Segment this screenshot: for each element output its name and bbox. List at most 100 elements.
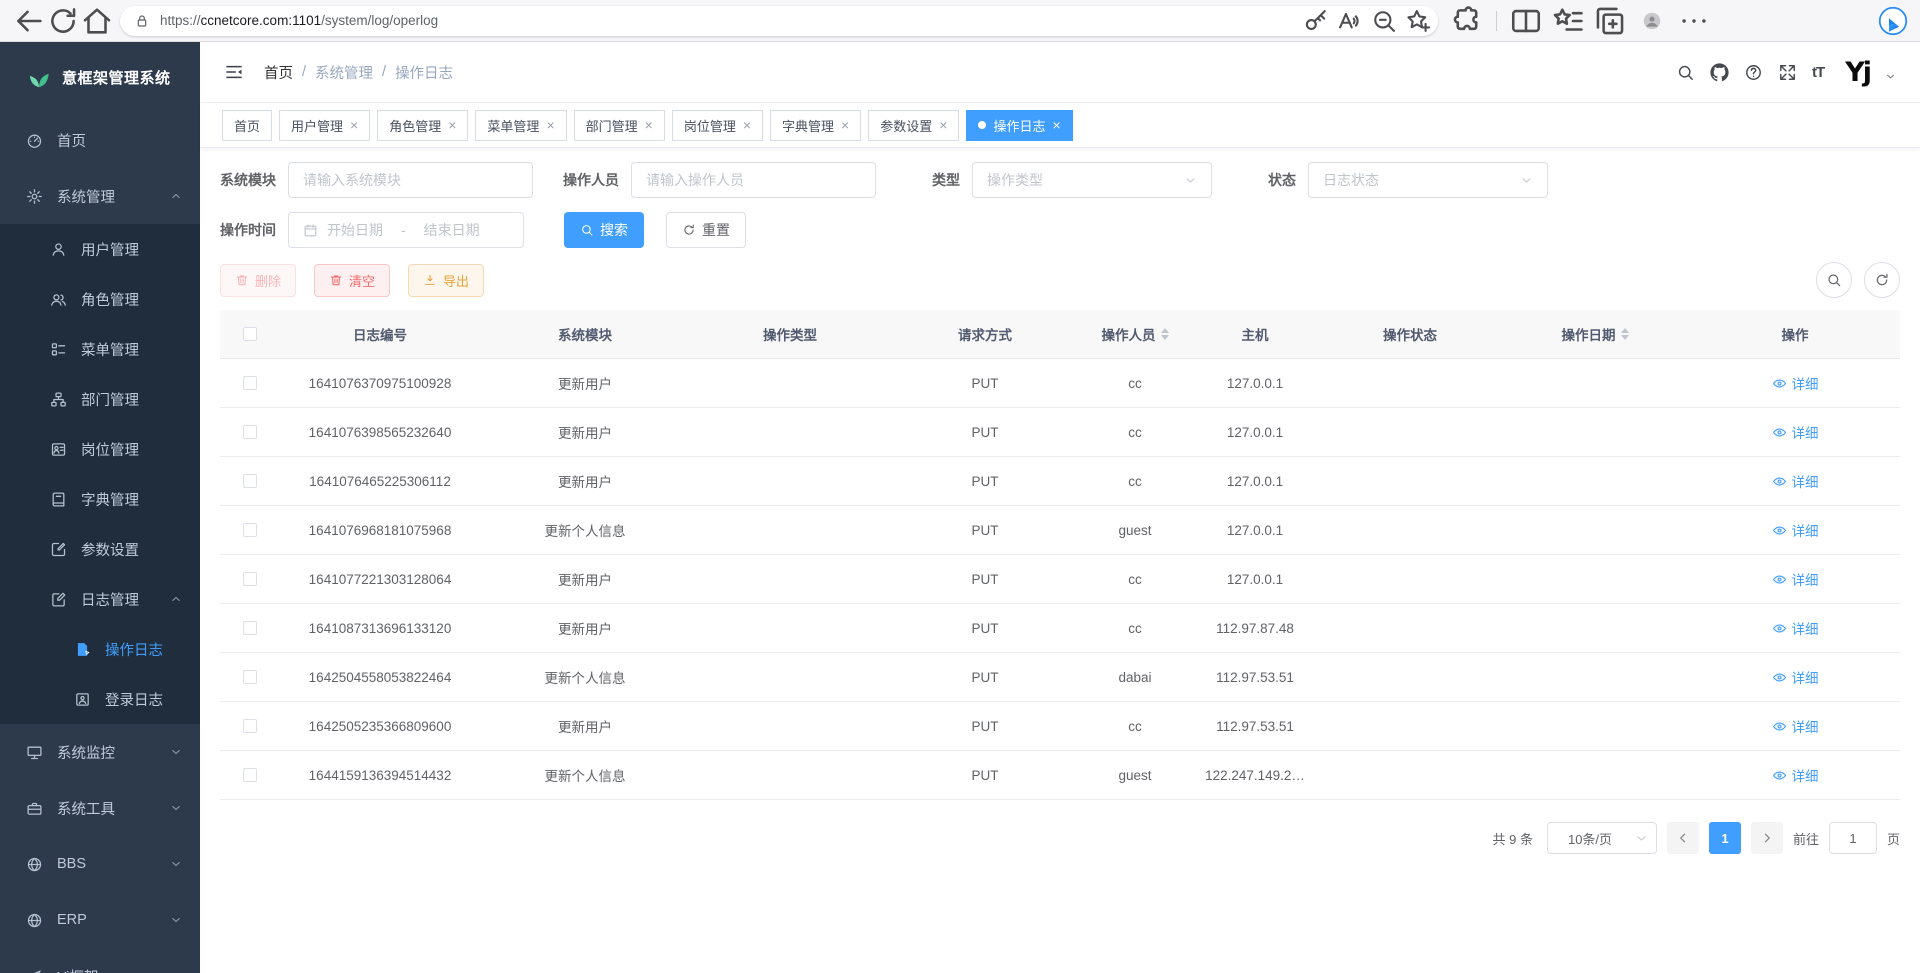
row-checkbox[interactable] (243, 768, 257, 782)
app-logo[interactable]: 意框架管理系统 (0, 42, 200, 112)
row-checkbox[interactable] (243, 425, 257, 439)
sidebar-item-1[interactable]: 系统管理 (0, 168, 200, 224)
font-size-icon[interactable]: tT (1812, 64, 1824, 81)
row-checkbox[interactable] (243, 376, 257, 390)
tab-2[interactable]: 角色管理× (377, 110, 468, 141)
row-checkbox[interactable] (243, 621, 257, 635)
page-size-select[interactable]: 10条/页 (1547, 822, 1657, 854)
tab-4[interactable]: 部门管理× (574, 110, 665, 141)
more-menu-icon[interactable] (1677, 4, 1711, 38)
sidebar-item-15[interactable]: ERP (0, 892, 200, 948)
sidebar-item-5[interactable]: 部门管理 (0, 374, 200, 424)
sidebar-item-2[interactable]: 用户管理 (0, 224, 200, 274)
fullscreen-icon[interactable] (1778, 63, 1797, 82)
split-screen-icon[interactable] (1509, 4, 1543, 38)
chevron-down-icon[interactable] (1885, 71, 1896, 82)
github-icon[interactable] (1710, 63, 1729, 82)
sidebar-item-13[interactable]: 系统工具 (0, 780, 200, 836)
search-button[interactable]: 搜索 (564, 212, 644, 248)
address-bar[interactable]: https://ccnetcore.com:1101/system/log/op… (120, 6, 1438, 36)
sidebar-item-11[interactable]: 登录日志 (0, 674, 200, 724)
row-checkbox[interactable] (243, 474, 257, 488)
sidebar-fold-icon[interactable] (224, 62, 244, 82)
operator-input-field[interactable] (646, 172, 861, 188)
tab-close-icon[interactable]: × (350, 118, 358, 132)
bing-chat-icon[interactable] (1878, 6, 1908, 36)
table-search-button[interactable] (1816, 262, 1852, 298)
sidebar-item-3[interactable]: 角色管理 (0, 274, 200, 324)
detail-link[interactable]: 详细 (1772, 569, 1819, 589)
tab-1[interactable]: 用户管理× (279, 110, 370, 141)
next-page-button[interactable] (1751, 822, 1783, 854)
detail-link[interactable]: 详细 (1772, 716, 1819, 736)
page-1-button[interactable]: 1 (1709, 822, 1741, 854)
tab-6[interactable]: 字典管理× (770, 110, 861, 141)
breadcrumb-item-0[interactable]: 首页 (264, 62, 293, 83)
select-all-checkbox[interactable] (243, 327, 257, 341)
tab-close-icon[interactable]: × (1052, 118, 1060, 132)
operator-input[interactable] (631, 162, 876, 198)
reset-button[interactable]: 重置 (666, 212, 746, 248)
tab-close-icon[interactable]: × (939, 118, 947, 132)
tab-0[interactable]: 首页 (222, 110, 272, 141)
favorite-add-icon[interactable] (1404, 7, 1432, 35)
user-avatar[interactable]: Yj (1845, 57, 1870, 88)
detail-link[interactable]: 详细 (1772, 618, 1819, 638)
table-refresh-button[interactable] (1864, 262, 1900, 298)
module-input[interactable] (288, 162, 533, 198)
tab-7[interactable]: 参数设置× (868, 110, 959, 141)
sidebar-item-9[interactable]: 日志管理 (0, 574, 200, 624)
home-icon[interactable] (80, 4, 114, 38)
help-icon[interactable] (1744, 63, 1763, 82)
extensions-icon[interactable] (1450, 4, 1484, 38)
clear-button[interactable]: 清空 (314, 264, 390, 297)
reload-icon[interactable] (46, 4, 80, 38)
header-search-icon[interactable] (1676, 63, 1695, 82)
detail-link[interactable]: 详细 (1772, 520, 1819, 540)
detail-link[interactable]: 详细 (1772, 765, 1819, 785)
detail-link[interactable]: 详细 (1772, 667, 1819, 687)
sidebar-item-4[interactable]: 菜单管理 (0, 324, 200, 374)
sidebar-item-0[interactable]: 首页 (0, 112, 200, 168)
sort-caret-icon[interactable] (1621, 328, 1629, 340)
favorites-icon[interactable] (1551, 4, 1585, 38)
row-checkbox[interactable] (243, 670, 257, 684)
sidebar-item-8[interactable]: 参数设置 (0, 524, 200, 574)
status-select[interactable]: 日志状态 (1308, 162, 1548, 198)
tab-close-icon[interactable]: × (546, 118, 554, 132)
tab-3[interactable]: 菜单管理× (475, 110, 566, 141)
column-header-4[interactable]: 操作人员 (1080, 324, 1190, 344)
back-icon[interactable] (12, 4, 46, 38)
detail-link[interactable]: 详细 (1772, 373, 1819, 393)
tab-5[interactable]: 岗位管理× (672, 110, 763, 141)
row-checkbox[interactable] (243, 523, 257, 537)
password-key-icon[interactable] (1302, 7, 1330, 35)
lock-icon[interactable] (134, 13, 150, 29)
tab-close-icon[interactable]: × (841, 118, 849, 132)
sidebar-item-6[interactable]: 岗位管理 (0, 424, 200, 474)
tab-close-icon[interactable]: × (743, 118, 751, 132)
date-range-picker[interactable]: 开始日期 - 结束日期 (288, 212, 524, 248)
detail-link[interactable]: 详细 (1772, 471, 1819, 491)
collections-icon[interactable] (1593, 4, 1627, 38)
delete-button[interactable]: 删除 (220, 264, 296, 297)
type-select[interactable]: 操作类型 (972, 162, 1212, 198)
sidebar-item-16[interactable]: Yi框架 (0, 948, 200, 973)
export-button[interactable]: 导出 (408, 264, 484, 297)
goto-page-input[interactable] (1829, 822, 1877, 854)
tab-8[interactable]: 操作日志× (966, 110, 1072, 141)
sidebar-item-10[interactable]: 操作日志 (0, 624, 200, 674)
row-checkbox[interactable] (243, 572, 257, 586)
row-checkbox[interactable] (243, 719, 257, 733)
column-header-7[interactable]: 操作日期 (1500, 324, 1690, 344)
detail-link[interactable]: 详细 (1772, 422, 1819, 442)
zoom-out-icon[interactable] (1370, 7, 1398, 35)
sidebar-item-7[interactable]: 字典管理 (0, 474, 200, 524)
sidebar-item-12[interactable]: 系统监控 (0, 724, 200, 780)
prev-page-button[interactable] (1667, 822, 1699, 854)
url-text[interactable]: https://ccnetcore.com:1101/system/log/op… (160, 13, 438, 28)
module-input-field[interactable] (303, 172, 518, 188)
tab-close-icon[interactable]: × (448, 118, 456, 132)
sidebar-item-14[interactable]: BBS (0, 836, 200, 892)
sort-caret-icon[interactable] (1161, 328, 1169, 340)
